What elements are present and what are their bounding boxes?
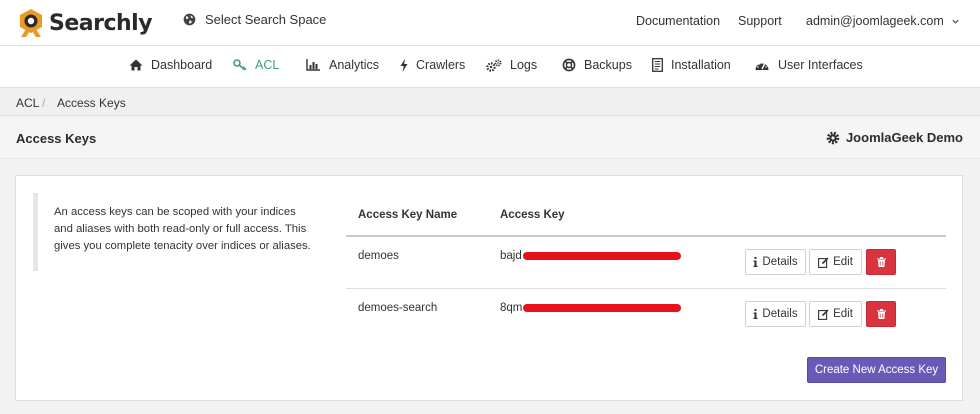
nav-installation[interactable]: Installation <box>652 58 731 72</box>
searchly-logo[interactable]: Searchly <box>16 6 153 40</box>
nav-logs-label: Logs <box>510 58 538 72</box>
dashboard-gauge-icon <box>755 61 769 70</box>
nav-analytics[interactable]: Analytics <box>306 58 379 72</box>
access-key-name: demoes-search <box>358 302 438 314</box>
key-icon <box>233 59 247 71</box>
nav-analytics-label: Analytics <box>329 58 380 72</box>
create-access-key-button[interactable]: Create New Access Key <box>807 357 946 383</box>
nav-backups-label: Backups <box>584 58 632 72</box>
nav-crawlers-label: Crawlers <box>416 58 466 72</box>
gear-icon <box>826 131 840 144</box>
search-space-selector[interactable]: Select Search Space <box>183 12 326 27</box>
account-name: JoomlaGeek Demo <box>845 130 963 145</box>
account-selector[interactable]: JoomlaGeek Demo <box>826 130 963 145</box>
trash-icon <box>876 257 886 267</box>
home-icon <box>129 59 143 71</box>
documentation-link[interactable]: Documentation <box>636 14 720 28</box>
column-header-name: Access Key Name <box>358 209 458 221</box>
cogs-icon <box>486 59 502 72</box>
nav-dashboard[interactable]: Dashboard <box>129 58 212 72</box>
table-header-divider <box>346 235 946 237</box>
page-header: Access Keys JoomlaGeek Demo <box>0 117 980 159</box>
top-bar: Searchly Select Search Space Documentati… <box>0 0 980 46</box>
breadcrumb-acl-link[interactable]: ACL <box>16 96 39 110</box>
access-keys-panel: An access keys can be scoped with your i… <box>15 175 963 401</box>
edit-icon <box>818 309 829 320</box>
access-key-name: demoes <box>358 250 399 262</box>
nav-backups[interactable]: Backups <box>562 58 632 72</box>
edit-label: Edit <box>833 308 853 320</box>
user-email: admin@joomlageek.com <box>806 14 944 28</box>
breadcrumb-current: Access Keys <box>57 96 126 110</box>
nav-user-interfaces[interactable]: User Interfaces <box>754 58 863 72</box>
access-key-value: 8qm <box>500 302 682 314</box>
nav-dashboard-label: Dashboard <box>151 58 213 72</box>
app-name: Searchly <box>49 10 153 36</box>
nav-user-interfaces-label: User Interfaces <box>778 58 863 72</box>
details-label: Details <box>762 308 798 320</box>
search-space-label: Select Search Space <box>205 12 327 27</box>
nav-installation-label: Installation <box>671 58 731 72</box>
info-icon <box>753 257 758 267</box>
bolt-icon <box>400 58 408 72</box>
bar-chart-icon <box>306 59 320 71</box>
access-key-prefix: bajd <box>500 250 522 262</box>
edit-icon <box>818 257 829 268</box>
life-ring-icon <box>562 58 576 72</box>
redaction-mark <box>522 252 681 260</box>
delete-button[interactable] <box>866 301 896 327</box>
details-label: Details <box>762 256 798 268</box>
access-key-prefix: 8qm <box>500 302 523 314</box>
delete-button[interactable] <box>866 249 896 275</box>
logo-icon <box>20 9 42 37</box>
details-button[interactable]: Details <box>745 249 806 275</box>
nav-logs[interactable]: Logs <box>486 58 537 72</box>
main-nav: Dashboard ACL Analytics Crawlers Logs Ba… <box>0 46 980 88</box>
user-menu[interactable]: admin@joomlageek.com <box>806 14 960 28</box>
support-link[interactable]: Support <box>738 14 782 28</box>
access-key-value: bajd <box>500 250 681 262</box>
details-button[interactable]: Details <box>745 301 806 327</box>
breadcrumb-separator: / <box>42 96 46 110</box>
chevron-down-icon <box>952 19 959 24</box>
access-keys-description: An access keys can be scoped with your i… <box>33 193 315 271</box>
page-title: Access Keys <box>16 131 97 146</box>
trash-icon <box>876 309 886 319</box>
edit-label: Edit <box>833 256 853 268</box>
row-divider <box>346 288 946 289</box>
info-icon <box>753 309 758 319</box>
redaction-mark <box>523 304 682 312</box>
document-icon <box>652 58 663 72</box>
nav-acl[interactable]: ACL <box>233 58 279 72</box>
nav-crawlers[interactable]: Crawlers <box>400 58 465 72</box>
edit-button[interactable]: Edit <box>809 249 862 275</box>
edit-button[interactable]: Edit <box>809 301 862 327</box>
column-header-key: Access Key <box>500 209 565 221</box>
breadcrumb: ACL / Access Keys <box>0 88 980 116</box>
globe-icon <box>183 13 196 26</box>
nav-acl-label: ACL <box>255 58 280 72</box>
